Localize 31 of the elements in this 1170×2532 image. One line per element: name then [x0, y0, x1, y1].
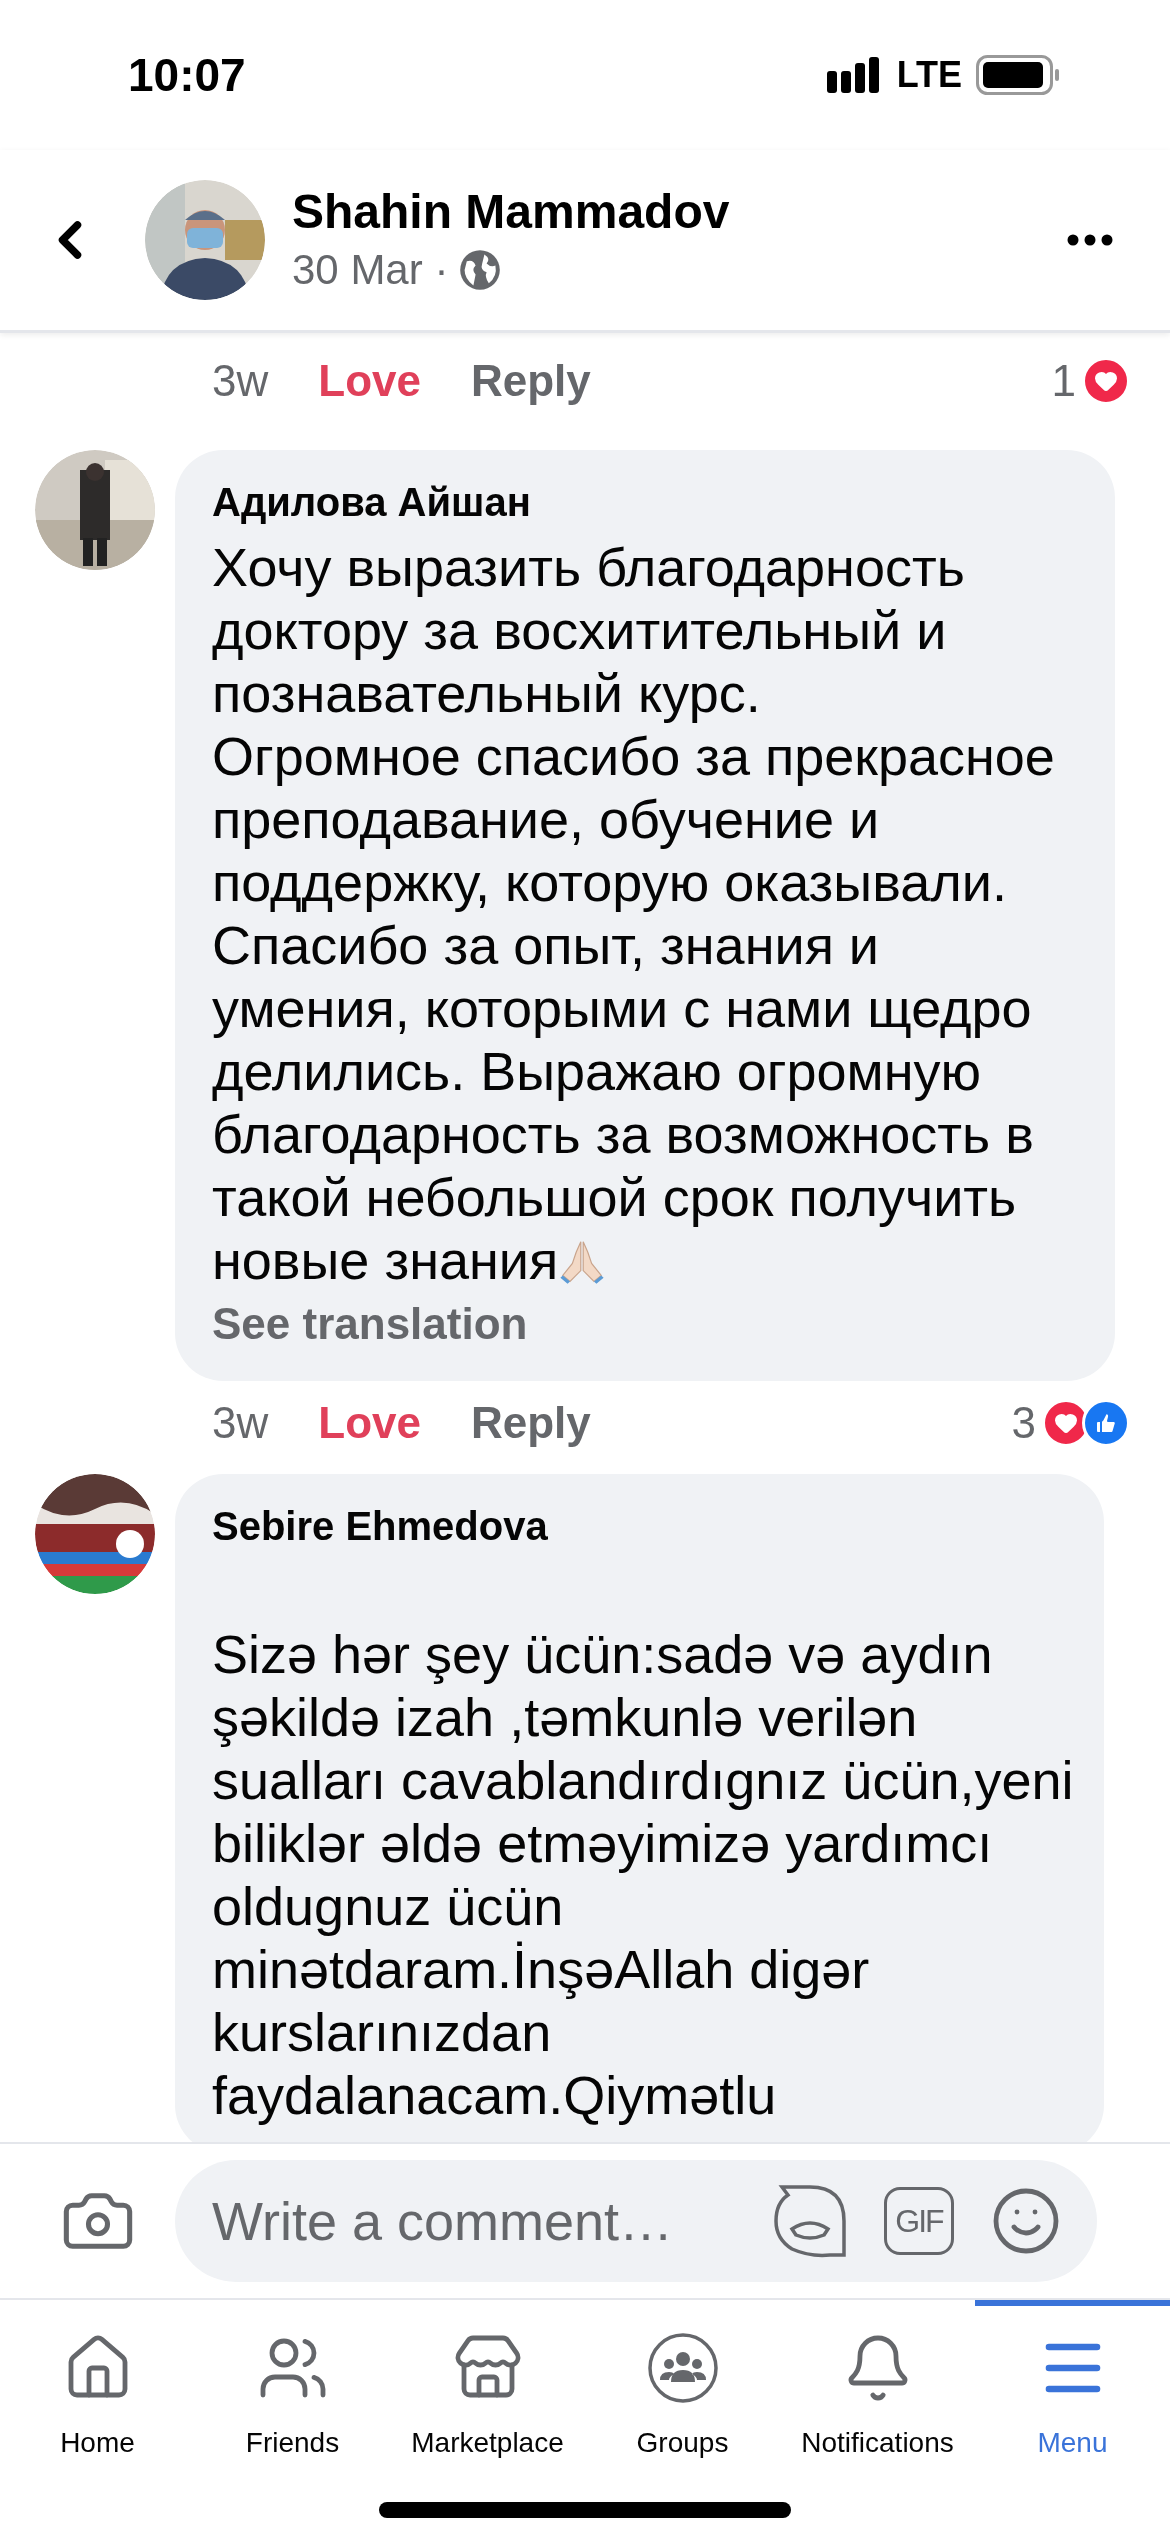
comment-text: Хочу выразить благодарность доктору за восхитительный и познавательный курс. Огромное спасибо за прекрасное преподавание, обучение и поддержку, которую оказывали. Спасибо за опыт, знания и умения, которыми с нами щедро делились. Выражаю огромную благодарность за возможность в такой небольшой срок получить новые знания — [212, 536, 1056, 1292]
network-label: LTE — [896, 53, 962, 97]
reply-button[interactable]: Reply — [470, 348, 591, 414]
reaction-count: 1 — [1051, 355, 1076, 407]
reaction-count: 3 — [1011, 1397, 1036, 1449]
gif-button[interactable]: GIF — [884, 2187, 954, 2255]
comment-text: Sizə hər şey ücün:sadə və aydın şəkildə izah ,təmkunlə verilən sualları cavablandırdıgnız ücün,yeni biliklər əldə etməyimizə yardımcı oldugnuz ücün minətdaram.İnşəAllah digər kurslarınızdan faydalanacam.Qiymətlu — [212, 1623, 1074, 2127]
tab-bar-item[interactable]: Groups — [585, 2300, 780, 2472]
tab-bar-item[interactable]: Home — [0, 2300, 195, 2472]
comment-time: 3w — [212, 1397, 269, 1449]
tab-bar-item[interactable]: Menu — [975, 2300, 1170, 2472]
comment-time: 3w — [212, 355, 269, 407]
author-name[interactable]: Shahin Mammadov — [292, 182, 730, 242]
comment-input[interactable]: Write a comment… — [212, 2180, 762, 2262]
more-icon — [1067, 234, 1113, 246]
love-button[interactable]: Love — [318, 348, 421, 414]
tab-bar-item[interactable]: Friends — [195, 2300, 390, 2472]
comment-author[interactable]: Адилова Айшан — [212, 478, 1085, 526]
battery-icon — [976, 55, 1060, 95]
tab-bar-item[interactable]: Notifications — [780, 2300, 975, 2472]
see-translation-link[interactable]: See translation — [212, 1292, 528, 1355]
status-time: 10:07 — [128, 47, 246, 103]
sticker-icon — [772, 2183, 848, 2259]
comment-field[interactable]: Write a comment… GIF — [175, 2160, 1097, 2282]
love-button[interactable]: Love — [318, 1390, 421, 1456]
comment-author[interactable]: Sebire Ehmedova — [212, 1502, 1074, 1550]
post-date: 30 Mar · — [292, 245, 449, 295]
group-icon — [646, 2332, 719, 2404]
reply-button[interactable]: Reply — [470, 1390, 591, 1456]
tab-bar-item[interactable]: Marketplace — [390, 2300, 585, 2472]
globe-icon — [458, 248, 503, 292]
